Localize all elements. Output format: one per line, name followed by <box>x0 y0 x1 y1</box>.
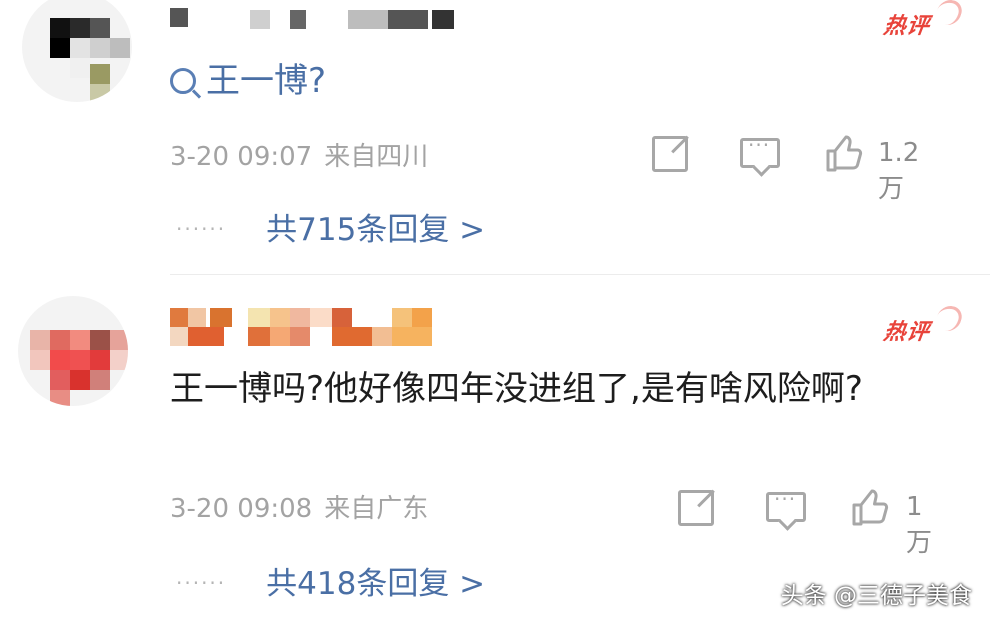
avatar[interactable] <box>22 0 132 102</box>
username-blurred[interactable] <box>170 2 460 40</box>
flame-icon <box>933 304 966 333</box>
comment-text[interactable]: 王一博? <box>170 52 870 110</box>
like-count: 1万 <box>906 492 933 558</box>
comment-text[interactable]: 王一博吗?他好像四年没进组了,是有啥风险啊? <box>170 360 970 418</box>
thumbs-up-icon <box>852 489 889 526</box>
thumbs-up-icon <box>826 135 863 172</box>
dots-icon: ······ <box>176 571 227 595</box>
comment-meta: 3-20 09:07 来自四川 <box>170 136 428 173</box>
search-icon <box>170 68 196 94</box>
location: 来自四川 <box>324 142 429 172</box>
username-blurred[interactable] <box>170 308 432 346</box>
location: 来自广东 <box>324 494 429 524</box>
like-count: 1.2万 <box>878 138 920 204</box>
divider <box>170 274 990 275</box>
hot-comment-badge: 热评 <box>879 0 966 44</box>
timestamp: 3-20 09:08 <box>170 494 313 524</box>
timestamp: 3-20 09:07 <box>170 142 313 172</box>
search-link[interactable]: 王一博? <box>206 61 326 101</box>
watermark: 头条 @三德子美食 <box>780 583 972 609</box>
share-icon <box>678 490 714 526</box>
flame-icon <box>933 0 966 27</box>
comment-actions: 1.2万 <box>646 133 966 204</box>
replies-count-text: 共715条回复 > <box>266 212 486 248</box>
comment-icon <box>766 487 806 522</box>
dots-icon: ······ <box>176 217 227 241</box>
comment-meta: 3-20 09:08 来自广东 <box>170 488 428 525</box>
comment-item: 热评 王一博吗?他好像四年没进组了,是有啥风险啊? 3-20 09:08 来自广东… <box>0 278 990 626</box>
view-replies-link[interactable]: ······ 共418条回复 > <box>176 558 485 603</box>
comment-icon <box>740 133 780 168</box>
comment-actions: 1万 <box>672 487 972 558</box>
hot-comment-badge: 热评 <box>879 304 966 350</box>
replies-count-text: 共418条回复 > <box>266 566 486 602</box>
share-icon <box>652 136 688 172</box>
view-replies-link[interactable]: ······ 共715条回复 > <box>176 204 485 249</box>
avatar[interactable] <box>18 296 128 406</box>
comment-item: 热评 王一博? 3-20 09:07 来自四川 1.2万 ······ 共715条回… <box>0 0 990 275</box>
